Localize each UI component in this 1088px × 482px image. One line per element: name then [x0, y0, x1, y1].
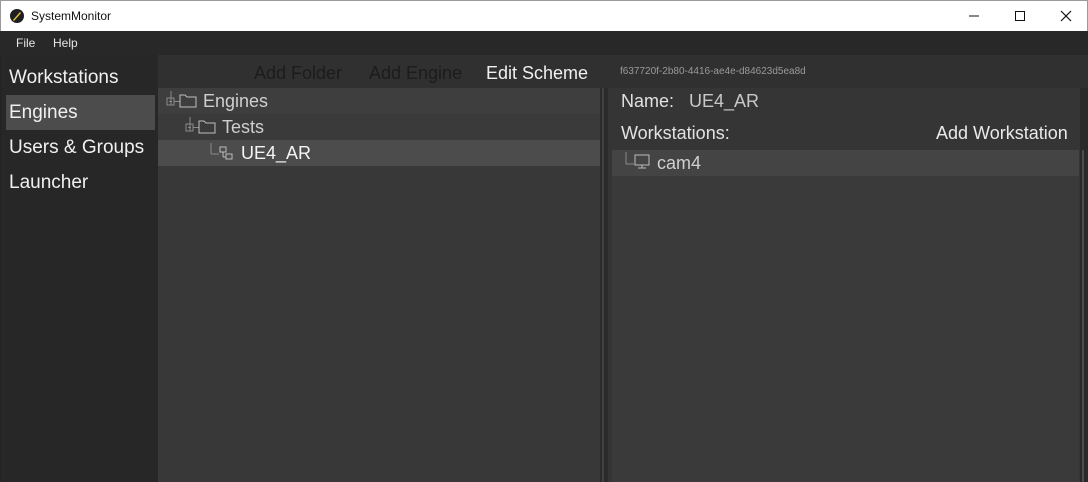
close-button[interactable]: [1043, 1, 1088, 31]
window-title: SystemMonitor: [31, 9, 112, 23]
maximize-icon: [1015, 11, 1025, 21]
folder-icon: [185, 117, 216, 134]
engine-scheme-icon: [210, 143, 233, 160]
engine-name-field[interactable]: UE4_AR: [689, 91, 759, 112]
engine-tree: Engines Tests UE4_AR: [158, 88, 600, 482]
vertical-scrollbar[interactable]: [1080, 88, 1088, 482]
close-icon: [1060, 10, 1072, 22]
minimize-icon: [969, 15, 979, 17]
sidebar-item-workstations[interactable]: Workstations: [6, 60, 155, 95]
engine-uuid: f637720f-2b80-4416-ae4e-d84623d5ea8d: [620, 66, 806, 77]
workstation-list: cam4: [612, 150, 1079, 482]
sidebar-item-users-groups[interactable]: Users & Groups: [6, 130, 155, 165]
sidebar-item-launcher[interactable]: Launcher: [6, 165, 155, 200]
tree-node-label: Tests: [222, 117, 265, 137]
title-bar: SystemMonitor: [0, 0, 1088, 31]
tree-node-ue4-ar[interactable]: UE4_AR: [158, 140, 600, 166]
tree-node-engines[interactable]: Engines: [158, 88, 600, 114]
workstations-label: Workstations:: [621, 123, 730, 143]
sidebar: Workstations Engines Users & Groups Laun…: [0, 55, 158, 482]
menu-help[interactable]: Help: [53, 36, 78, 50]
menu-bar: File Help: [0, 31, 1088, 55]
add-engine-button[interactable]: Add Engine: [369, 63, 462, 84]
name-label: Name:: [621, 91, 675, 111]
menu-file[interactable]: File: [16, 36, 35, 50]
add-workstation-button[interactable]: Add Workstation: [936, 123, 1068, 144]
panel-splitter[interactable]: [600, 88, 608, 482]
folder-icon: [166, 91, 197, 108]
tree-node-label: Engines: [203, 91, 269, 111]
monitor-icon: [625, 152, 650, 169]
list-item[interactable]: cam4: [612, 150, 1079, 176]
sidebar-item-engines[interactable]: Engines: [6, 95, 155, 130]
tree-node-tests[interactable]: Tests: [158, 114, 600, 140]
maximize-button[interactable]: [997, 1, 1043, 31]
app-icon: [10, 9, 24, 23]
minimize-button[interactable]: [951, 1, 997, 31]
edit-scheme-button[interactable]: Edit Scheme: [486, 63, 588, 84]
workstation-label: cam4: [657, 153, 702, 173]
tree-node-label: UE4_AR: [241, 143, 312, 163]
add-folder-button[interactable]: Add Folder: [254, 63, 342, 84]
